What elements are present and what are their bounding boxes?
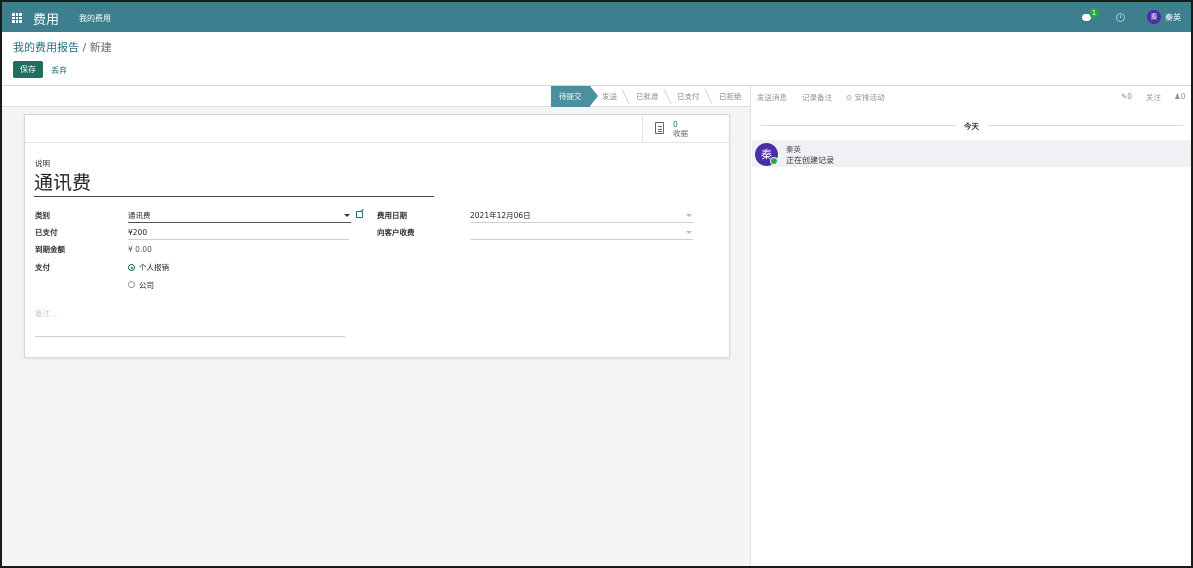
description-field[interactable]: 通讯费: [34, 168, 434, 197]
user-icon: ♟: [1174, 92, 1181, 101]
external-link-icon[interactable]: [356, 211, 363, 218]
pane-divider: [750, 86, 751, 566]
notes-field[interactable]: 备注...: [35, 308, 57, 319]
stage-refused[interactable]: 已拒绝: [719, 86, 742, 107]
receipt-label: 收据: [673, 129, 688, 138]
breadcrumb-parent[interactable]: 我的费用报告: [13, 41, 79, 54]
clock-icon: ⊙: [846, 93, 855, 102]
navbar-right: 1 秦 秦英: [1082, 2, 1181, 32]
app-title[interactable]: 费用: [33, 9, 59, 28]
bill-customer-label: 向客户收费: [377, 228, 415, 237]
radio-personal[interactable]: [128, 264, 135, 271]
online-status-icon: [770, 157, 778, 165]
customer-dropdown-icon[interactable]: [686, 231, 692, 234]
radio-personal-label[interactable]: 个人报销: [139, 262, 169, 273]
stage-to-submit[interactable]: 待提交: [551, 86, 597, 107]
today-divider-left: [761, 125, 956, 126]
bill-customer-underline: [470, 239, 693, 240]
breadcrumb: 我的费用报告 / 新建: [13, 39, 112, 55]
message-body: 正在创建记录: [786, 156, 834, 165]
date-dropdown-icon[interactable]: [686, 214, 692, 217]
schedule-activity-button[interactable]: ⊙ 安排活动: [846, 92, 885, 103]
button-box: 0 收据: [25, 115, 729, 143]
notes-underline: [35, 336, 345, 337]
form-view: 待提交 发送 已批准 已支付 已拒绝 0 收据 说明 通讯费 类别 通讯费 已支…: [2, 86, 750, 566]
breadcrumb-separator: /: [79, 41, 90, 54]
due-amount-value: ¥ 0.00: [128, 245, 152, 254]
send-message-button[interactable]: 发送消息: [757, 92, 787, 103]
schedule-activity-label: 安排活动: [854, 93, 885, 102]
radio-company[interactable]: [128, 281, 135, 288]
paid-label: 已支付: [35, 228, 58, 237]
receipts-button[interactable]: 0 收据: [642, 115, 718, 143]
breadcrumb-current: 新建: [89, 41, 112, 54]
save-button[interactable]: 保存: [13, 61, 43, 78]
activity-clock-icon[interactable]: [1116, 12, 1125, 22]
today-divider-right: [988, 125, 1183, 126]
due-amount-label: 到期金额: [35, 245, 65, 254]
user-avatar[interactable]: 秦: [1147, 10, 1161, 24]
category-field[interactable]: 通讯费: [128, 210, 151, 221]
user-name[interactable]: 秦英: [1165, 12, 1181, 23]
today-label: 今天: [964, 122, 979, 131]
chat-icon[interactable]: 1: [1082, 8, 1099, 23]
attachments-button[interactable]: ✎0: [1121, 92, 1132, 101]
attachments-count: 0: [1127, 92, 1133, 101]
category-dropdown-icon[interactable]: [344, 214, 350, 217]
discard-button[interactable]: 丢弃: [51, 65, 67, 76]
followers-button[interactable]: ♟0: [1174, 92, 1186, 101]
top-navbar: 费用 我的费用 1 秦 秦英: [2, 2, 1191, 32]
expense-date-field[interactable]: 2021年12月06日: [470, 210, 531, 221]
form-sheet: 0 收据 说明 通讯费 类别 通讯费 已支付 ¥200 到期金额 ¥ 0.00 …: [24, 114, 730, 358]
expense-date-label: 费用日期: [377, 211, 407, 220]
followers-count: 0: [1180, 92, 1186, 101]
expense-date-underline: [470, 222, 693, 223]
status-bar: 待提交 发送 已批准 已支付 已拒绝: [2, 86, 750, 107]
paid-field[interactable]: ¥200: [128, 228, 147, 237]
category-label: 类别: [35, 211, 50, 220]
payment-label: 支付: [35, 263, 50, 272]
follow-button[interactable]: 关注: [1146, 92, 1161, 103]
category-underline: [128, 222, 351, 223]
app-window: 费用 我的费用 1 秦 秦英 我的费用报告 / 新建 保存 丢弃 待提交 发送 …: [0, 0, 1193, 568]
paid-underline: [128, 239, 349, 240]
message-author[interactable]: 秦英: [786, 144, 801, 155]
menu-my-expenses[interactable]: 我的费用: [79, 13, 111, 24]
radio-company-label[interactable]: 公司: [139, 280, 154, 291]
log-note-button[interactable]: 记录备注: [802, 92, 832, 103]
document-icon: [655, 122, 664, 134]
apps-menu-icon[interactable]: [12, 13, 22, 23]
chat-badge: 1: [1089, 8, 1099, 18]
